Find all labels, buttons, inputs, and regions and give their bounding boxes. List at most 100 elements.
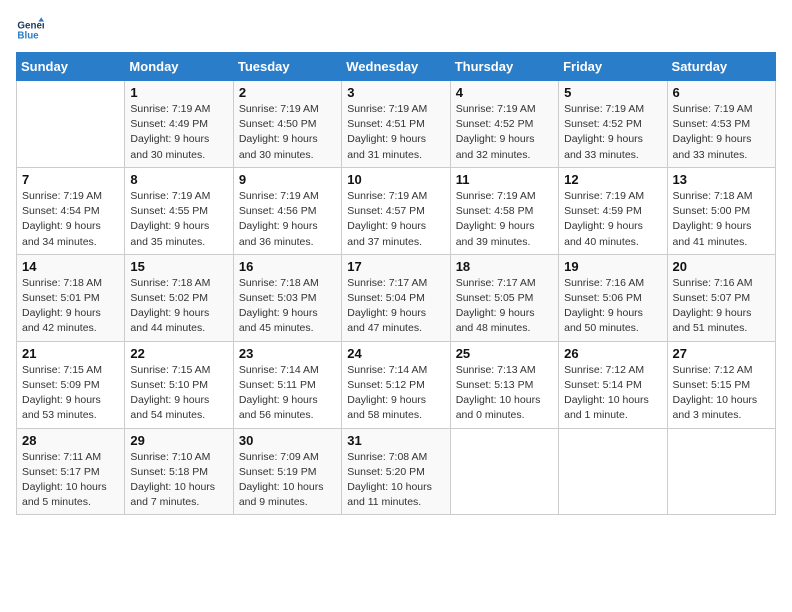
calendar-empty-cell	[559, 428, 667, 515]
day-info: Sunrise: 7:19 AMSunset: 4:52 PMDaylight:…	[456, 102, 553, 163]
day-info: Sunrise: 7:19 AMSunset: 4:50 PMDaylight:…	[239, 102, 336, 163]
day-info: Sunrise: 7:16 AMSunset: 5:07 PMDaylight:…	[673, 276, 770, 337]
day-number: 24	[347, 346, 444, 361]
column-header-tuesday: Tuesday	[233, 53, 341, 81]
day-number: 5	[564, 85, 661, 100]
calendar-week-row: 21Sunrise: 7:15 AMSunset: 5:09 PMDayligh…	[17, 341, 776, 428]
day-info: Sunrise: 7:09 AMSunset: 5:19 PMDaylight:…	[239, 450, 336, 511]
page-header: General Blue	[16, 16, 776, 44]
calendar-day-7: 7 Sunrise: 7:19 AMSunset: 4:54 PMDaylight…	[17, 167, 125, 254]
calendar-day-11: 11 Sunrise: 7:19 AMSunset: 4:58 PMDayligh…	[450, 167, 558, 254]
calendar-day-10: 10 Sunrise: 7:19 AMSunset: 4:57 PMDayligh…	[342, 167, 450, 254]
calendar-day-21: 21Sunrise: 7:15 AMSunset: 5:09 PMDayligh…	[17, 341, 125, 428]
calendar-day-22: 22 Sunrise: 7:15 AMSunset: 5:10 PMDayligh…	[125, 341, 233, 428]
calendar-empty-cell	[667, 428, 775, 515]
calendar-week-row: 28 Sunrise: 7:11 AMSunset: 5:17 PMDayligh…	[17, 428, 776, 515]
day-number: 15	[130, 259, 227, 274]
calendar-day-27: 27 Sunrise: 7:12 AMSunset: 5:15 PMDayligh…	[667, 341, 775, 428]
day-number: 10	[347, 172, 444, 187]
day-number: 29	[130, 433, 227, 448]
calendar-day-30: 30 Sunrise: 7:09 AMSunset: 5:19 PMDayligh…	[233, 428, 341, 515]
calendar-day-5: 5 Sunrise: 7:19 AMSunset: 4:52 PMDaylight…	[559, 81, 667, 168]
day-info: Sunrise: 7:19 AMSunset: 4:49 PMDaylight:…	[130, 102, 227, 163]
svg-text:Blue: Blue	[17, 30, 39, 41]
day-info: Sunrise: 7:19 AMSunset: 4:58 PMDaylight:…	[456, 189, 553, 250]
calendar-week-row: 1 Sunrise: 7:19 AMSunset: 4:49 PMDaylight…	[17, 81, 776, 168]
day-info: Sunrise: 7:12 AMSunset: 5:14 PMDaylight:…	[564, 363, 661, 424]
day-number: 12	[564, 172, 661, 187]
column-header-wednesday: Wednesday	[342, 53, 450, 81]
day-info: Sunrise: 7:19 AMSunset: 4:54 PMDaylight:…	[22, 189, 119, 250]
day-info: Sunrise: 7:11 AMSunset: 5:17 PMDaylight:…	[22, 450, 119, 511]
day-info: Sunrise: 7:17 AMSunset: 5:05 PMDaylight:…	[456, 276, 553, 337]
day-number: 27	[673, 346, 770, 361]
logo-icon: General Blue	[16, 16, 44, 44]
day-info: Sunrise: 7:14 AMSunset: 5:11 PMDaylight:…	[239, 363, 336, 424]
calendar-day-26: 26 Sunrise: 7:12 AMSunset: 5:14 PMDayligh…	[559, 341, 667, 428]
calendar-day-3: 3 Sunrise: 7:19 AMSunset: 4:51 PMDaylight…	[342, 81, 450, 168]
calendar-day-25: 25 Sunrise: 7:13 AMSunset: 5:13 PMDayligh…	[450, 341, 558, 428]
calendar-day-23: 23Sunrise: 7:14 AMSunset: 5:11 PMDayligh…	[233, 341, 341, 428]
day-number: 19	[564, 259, 661, 274]
day-info: Sunrise: 7:19 AMSunset: 4:57 PMDaylight:…	[347, 189, 444, 250]
calendar-empty-cell	[17, 81, 125, 168]
day-number: 7	[22, 172, 119, 187]
day-number: 30	[239, 433, 336, 448]
calendar-day-4: 4 Sunrise: 7:19 AMSunset: 4:52 PMDaylight…	[450, 81, 558, 168]
day-info: Sunrise: 7:15 AMSunset: 5:10 PMDaylight:…	[130, 363, 227, 424]
day-info: Sunrise: 7:19 AMSunset: 4:53 PMDaylight:…	[673, 102, 770, 163]
day-number: 14	[22, 259, 119, 274]
calendar-day-18: 18 Sunrise: 7:17 AMSunset: 5:05 PMDayligh…	[450, 254, 558, 341]
day-info: Sunrise: 7:13 AMSunset: 5:13 PMDaylight:…	[456, 363, 553, 424]
day-number: 16	[239, 259, 336, 274]
calendar-day-29: 29Sunrise: 7:10 AMSunset: 5:18 PMDayligh…	[125, 428, 233, 515]
day-number: 28	[22, 433, 119, 448]
day-number: 22	[130, 346, 227, 361]
calendar-day-13: 13 Sunrise: 7:18 AMSunset: 5:00 PMDayligh…	[667, 167, 775, 254]
day-info: Sunrise: 7:19 AMSunset: 4:55 PMDaylight:…	[130, 189, 227, 250]
column-header-sunday: Sunday	[17, 53, 125, 81]
day-number: 20	[673, 259, 770, 274]
calendar-day-9: 9Sunrise: 7:19 AMSunset: 4:56 PMDaylight…	[233, 167, 341, 254]
calendar-day-20: 20 Sunrise: 7:16 AMSunset: 5:07 PMDayligh…	[667, 254, 775, 341]
calendar-day-14: 14 Sunrise: 7:18 AMSunset: 5:01 PMDayligh…	[17, 254, 125, 341]
day-info: Sunrise: 7:12 AMSunset: 5:15 PMDaylight:…	[673, 363, 770, 424]
day-info: Sunrise: 7:18 AMSunset: 5:02 PMDaylight:…	[130, 276, 227, 337]
day-number: 17	[347, 259, 444, 274]
calendar-header-row: SundayMondayTuesdayWednesdayThursdayFrid…	[17, 53, 776, 81]
day-number: 26	[564, 346, 661, 361]
calendar-day-28: 28 Sunrise: 7:11 AMSunset: 5:17 PMDayligh…	[17, 428, 125, 515]
day-info: Sunrise: 7:19 AMSunset: 4:51 PMDaylight:…	[347, 102, 444, 163]
calendar-day-17: 17 Sunrise: 7:17 AMSunset: 5:04 PMDayligh…	[342, 254, 450, 341]
calendar-day-2: 2Sunrise: 7:19 AMSunset: 4:50 PMDaylight…	[233, 81, 341, 168]
day-number: 3	[347, 85, 444, 100]
day-info: Sunrise: 7:17 AMSunset: 5:04 PMDaylight:…	[347, 276, 444, 337]
calendar-day-16: 16 Sunrise: 7:18 AMSunset: 5:03 PMDayligh…	[233, 254, 341, 341]
day-number: 13	[673, 172, 770, 187]
day-info: Sunrise: 7:19 AMSunset: 4:52 PMDaylight:…	[564, 102, 661, 163]
calendar-empty-cell	[450, 428, 558, 515]
day-number: 21	[22, 346, 119, 361]
column-header-thursday: Thursday	[450, 53, 558, 81]
day-info: Sunrise: 7:19 AMSunset: 4:59 PMDaylight:…	[564, 189, 661, 250]
column-header-friday: Friday	[559, 53, 667, 81]
calendar-day-6: 6 Sunrise: 7:19 AMSunset: 4:53 PMDaylight…	[667, 81, 775, 168]
column-header-monday: Monday	[125, 53, 233, 81]
day-number: 1	[130, 85, 227, 100]
day-info: Sunrise: 7:18 AMSunset: 5:00 PMDaylight:…	[673, 189, 770, 250]
day-info: Sunrise: 7:18 AMSunset: 5:03 PMDaylight:…	[239, 276, 336, 337]
day-number: 18	[456, 259, 553, 274]
day-info: Sunrise: 7:18 AMSunset: 5:01 PMDaylight:…	[22, 276, 119, 337]
calendar-day-19: 19 Sunrise: 7:16 AMSunset: 5:06 PMDayligh…	[559, 254, 667, 341]
calendar-day-1: 1 Sunrise: 7:19 AMSunset: 4:49 PMDaylight…	[125, 81, 233, 168]
calendar-day-31: 31Sunrise: 7:08 AMSunset: 5:20 PMDayligh…	[342, 428, 450, 515]
day-number: 25	[456, 346, 553, 361]
day-number: 6	[673, 85, 770, 100]
day-info: Sunrise: 7:14 AMSunset: 5:12 PMDaylight:…	[347, 363, 444, 424]
calendar-day-12: 12 Sunrise: 7:19 AMSunset: 4:59 PMDayligh…	[559, 167, 667, 254]
calendar-week-row: 7 Sunrise: 7:19 AMSunset: 4:54 PMDaylight…	[17, 167, 776, 254]
calendar-table: SundayMondayTuesdayWednesdayThursdayFrid…	[16, 52, 776, 515]
day-number: 11	[456, 172, 553, 187]
day-number: 4	[456, 85, 553, 100]
day-info: Sunrise: 7:16 AMSunset: 5:06 PMDaylight:…	[564, 276, 661, 337]
